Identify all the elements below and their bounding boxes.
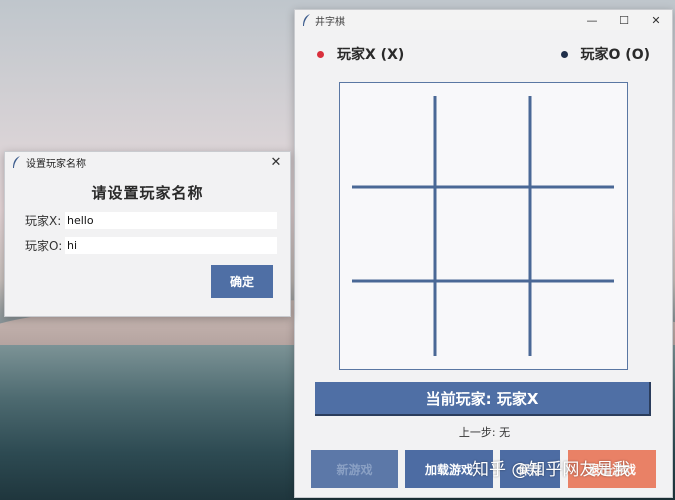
current-player-banner: 当前玩家: 玩家X <box>315 382 651 416</box>
player-x-indicator: 玩家X (X) <box>317 44 404 64</box>
game-board <box>339 82 628 370</box>
board-cell[interactable] <box>436 282 529 369</box>
maximize-button[interactable]: ☐ <box>608 10 640 30</box>
board-cell[interactable] <box>531 282 627 369</box>
player-o-indicator: 玩家O (O) <box>560 44 650 64</box>
dialog-close-button[interactable]: ✕ <box>268 154 284 170</box>
player-name-dialog: 设置玩家名称 ✕ 请设置玩家名称 玩家X: 玩家O: 确定 <box>4 151 291 317</box>
board-cell[interactable] <box>340 282 434 369</box>
feather-icon <box>11 155 21 169</box>
board-cell[interactable] <box>436 188 529 280</box>
confirm-button[interactable]: 确定 <box>211 265 273 298</box>
board-cell[interactable] <box>531 188 627 280</box>
new-game-button[interactable]: 新游戏 <box>311 450 398 488</box>
player-x-field-row: 玩家X: <box>25 212 277 229</box>
players-row: 玩家X (X) 玩家O (O) <box>295 44 672 64</box>
minimize-button[interactable]: — <box>576 10 608 30</box>
tictactoe-window: 井字棋 — ☐ ✕ 玩家X (X) 玩家O (O) 当前玩家: 玩家X 上一步:… <box>294 9 673 498</box>
board-cell[interactable] <box>340 83 434 186</box>
watermark-text: 知乎 @知乎网友是我 <box>472 460 631 480</box>
player-o-field-row: 玩家O: <box>25 237 277 254</box>
window-title: 井字棋 <box>315 16 345 28</box>
player-o-name: 玩家O (O) <box>580 47 650 63</box>
player-x-name: 玩家X (X) <box>337 47 405 63</box>
player-o-dot-icon <box>560 50 568 58</box>
dialog-heading: 请设置玩家名称 <box>91 184 204 202</box>
player-o-name-input[interactable] <box>65 237 277 254</box>
board-cell[interactable] <box>531 83 627 186</box>
player-x-name-input[interactable] <box>65 212 277 229</box>
feather-icon <box>301 13 311 27</box>
player-x-field-label: 玩家X: <box>25 214 62 228</box>
dialog-title: 设置玩家名称 <box>26 158 86 170</box>
player-o-field-label: 玩家O: <box>25 239 63 253</box>
close-button[interactable]: ✕ <box>640 10 672 30</box>
player-x-dot-icon <box>317 50 324 58</box>
window-titlebar[interactable]: 井字棋 — ☐ ✕ <box>295 10 672 30</box>
last-move-label: 上一步: 无 <box>458 426 511 439</box>
board-cell[interactable] <box>436 83 529 186</box>
board-cell[interactable] <box>340 188 434 280</box>
dialog-titlebar[interactable]: 设置玩家名称 ✕ <box>5 152 290 172</box>
